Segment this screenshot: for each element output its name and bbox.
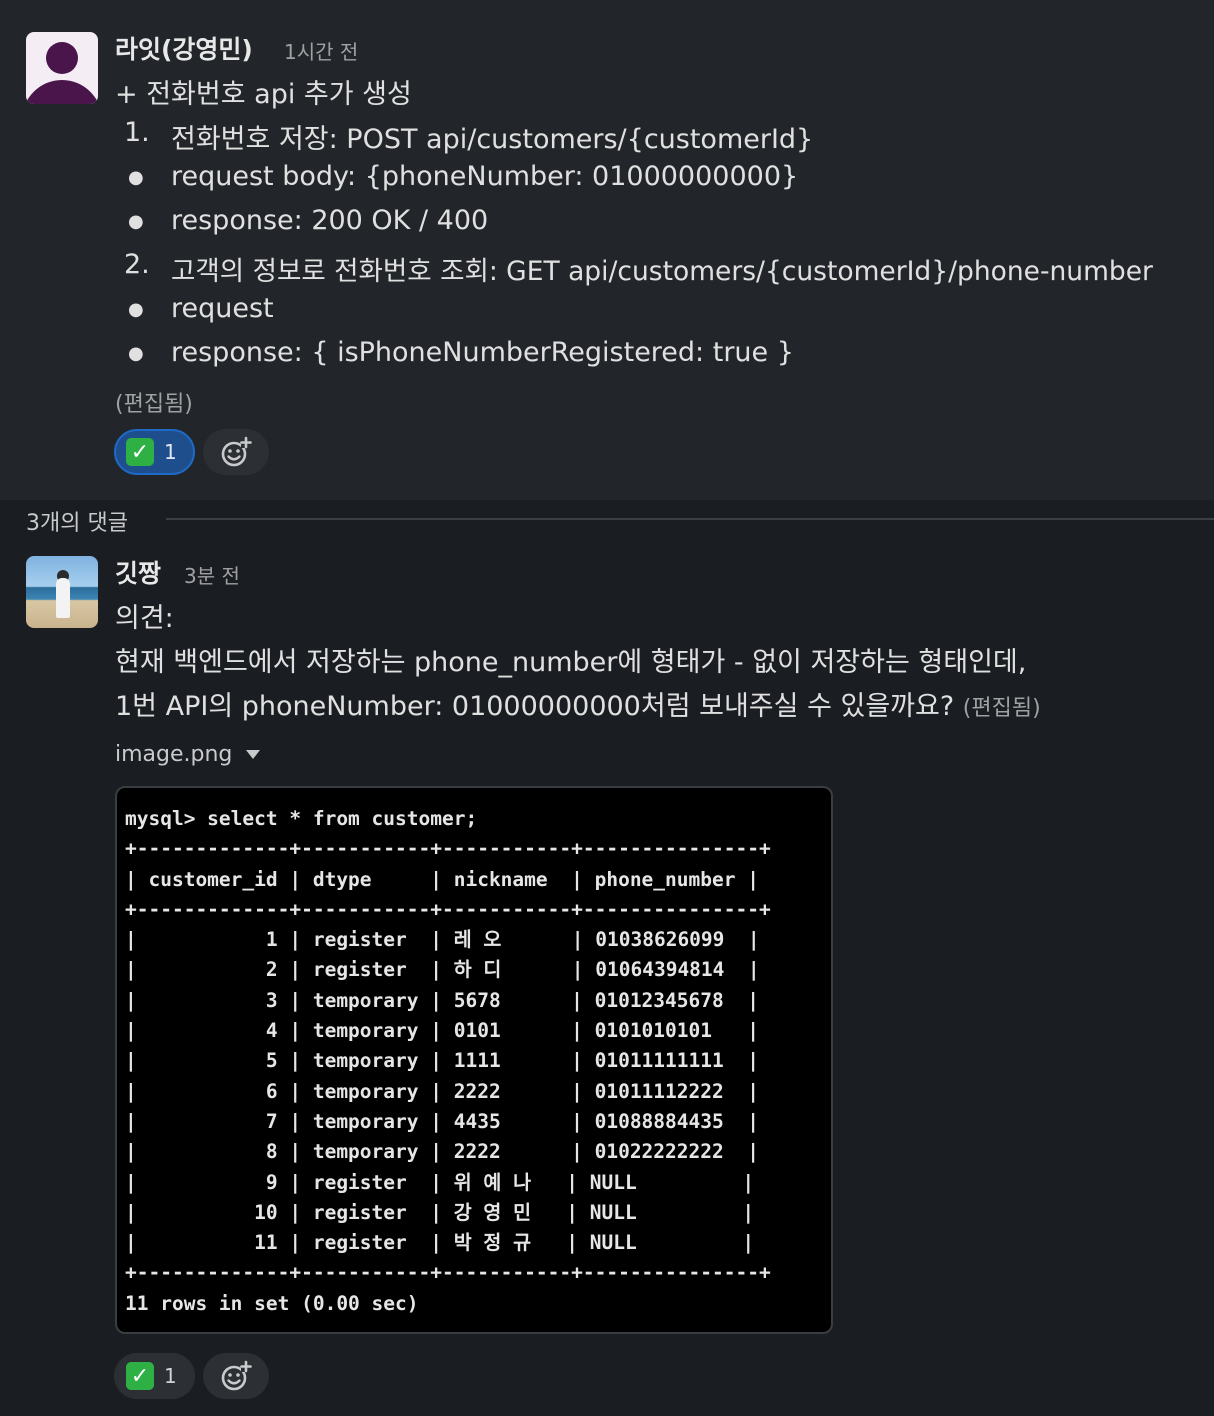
avatar-body [26,80,98,104]
message-timestamp[interactable]: 3분 전 [184,560,240,589]
list-number: 2. [124,249,150,280]
table-border: +-------------+-----------+-----------+-… [125,1261,771,1285]
checkmark-icon: ✓ [126,1362,154,1390]
reaction-count: 1 [164,1364,177,1388]
reaction-count: 1 [164,440,177,464]
table-row: | 6 | temporary | 2222 | 01011112222 | [125,1079,759,1103]
list-item: request [171,293,274,324]
list-item: 전화번호 저장: POST api/customers/{customerId} [171,124,814,155]
parent-message: 라잇(강영민) 1시간 전 + 전화번호 api 추가 생성 1. 전화번호 저… [0,0,1214,500]
add-reaction-button[interactable] [203,1353,269,1399]
list-item: request body: {phoneNumber: 01000000000} [171,161,799,192]
sender-name[interactable]: 라잇(강영민) [115,30,253,66]
table-row: | 4 | temporary | 0101 | 0101010101 | [125,1019,759,1043]
bullet-dot: ● [128,167,144,188]
list-item: response: 200 OK / 400 [171,205,489,236]
attachment-image[interactable]: mysql> select * from customer; +---------… [115,786,833,1334]
sender-name[interactable]: 깃짱 [115,554,161,590]
table-row: | 3 | temporary | 5678 | 01012345678 | [125,988,759,1012]
thread-divider [166,518,1214,520]
message-text: 의견: [115,603,174,634]
reply-count-label: 3개의 댓글 [26,511,128,536]
terminal-command: mysql> select * from customer; [125,807,478,830]
checkmark-icon: ✓ [126,438,154,466]
bullet-dot: ● [128,343,144,364]
avatar-head [46,42,78,74]
table-row: | 11 | register | 박 정 규 | NULL | [125,1231,755,1255]
table-row: | 7 | temporary | 4435 | 01088884435 | [125,1109,759,1133]
message-text: 현재 백엔드에서 저장하는 phone_number에 형태가 - 없이 저장하… [115,647,1027,678]
attachment-filename[interactable]: image.png [115,742,232,767]
table-row: | 10 | register | 강 영 민 | NULL | [125,1200,755,1224]
reaction-checkmark[interactable]: ✓ 1 [114,1353,195,1399]
table-row: | 1 | register | 레 오 | 01038626099 | [125,928,760,952]
message-intro: + 전화번호 api 추가 생성 [115,79,412,110]
bullet-dot: ● [128,299,144,320]
table-header: | customer_id | dtype | nickname | phone… [125,867,759,891]
table-row: | 8 | temporary | 2222 | 01022222222 | [125,1140,759,1164]
list-item: response: { isPhoneNumberRegistered: tru… [171,337,794,368]
message-timestamp[interactable]: 1시간 전 [284,36,358,65]
table-row: | 2 | register | 하 디 | 01064394814 | [125,958,760,982]
message-text-content: 1번 API의 phoneNumber: 01000000000처럼 보내주실 … [115,691,955,722]
terminal-footer: 11 rows in set (0.00 sec) [125,1291,419,1315]
bullet-dot: ● [128,211,144,232]
user-avatar[interactable] [26,32,98,104]
table-border: +-------------+-----------+-----------+-… [125,897,771,921]
edited-label: (편집됨) [962,696,1041,721]
add-emoji-icon [221,1360,252,1391]
avatar-photo-person [56,578,70,618]
user-avatar[interactable] [26,556,98,628]
table-row: | 5 | temporary | 1111 | 01011111111 | [125,1049,759,1073]
edited-label: (편집됨) [115,392,193,417]
message-text: 1번 API의 phoneNumber: 01000000000처럼 보내주실 … [115,684,1041,723]
table-row: | 9 | register | 위 예 나 | NULL | [125,1170,755,1194]
terminal-output: mysql> select * from customer; +---------… [125,804,771,1319]
chevron-down-icon[interactable] [246,750,260,759]
list-number: 1. [124,117,150,148]
list-item: 고객의 정보로 전화번호 조회: GET api/customers/{cust… [171,256,1153,287]
reaction-checkmark[interactable]: ✓ 1 [114,429,195,475]
add-emoji-icon [221,436,252,467]
table-border: +-------------+-----------+-----------+-… [125,837,771,861]
add-reaction-button[interactable] [203,429,269,475]
